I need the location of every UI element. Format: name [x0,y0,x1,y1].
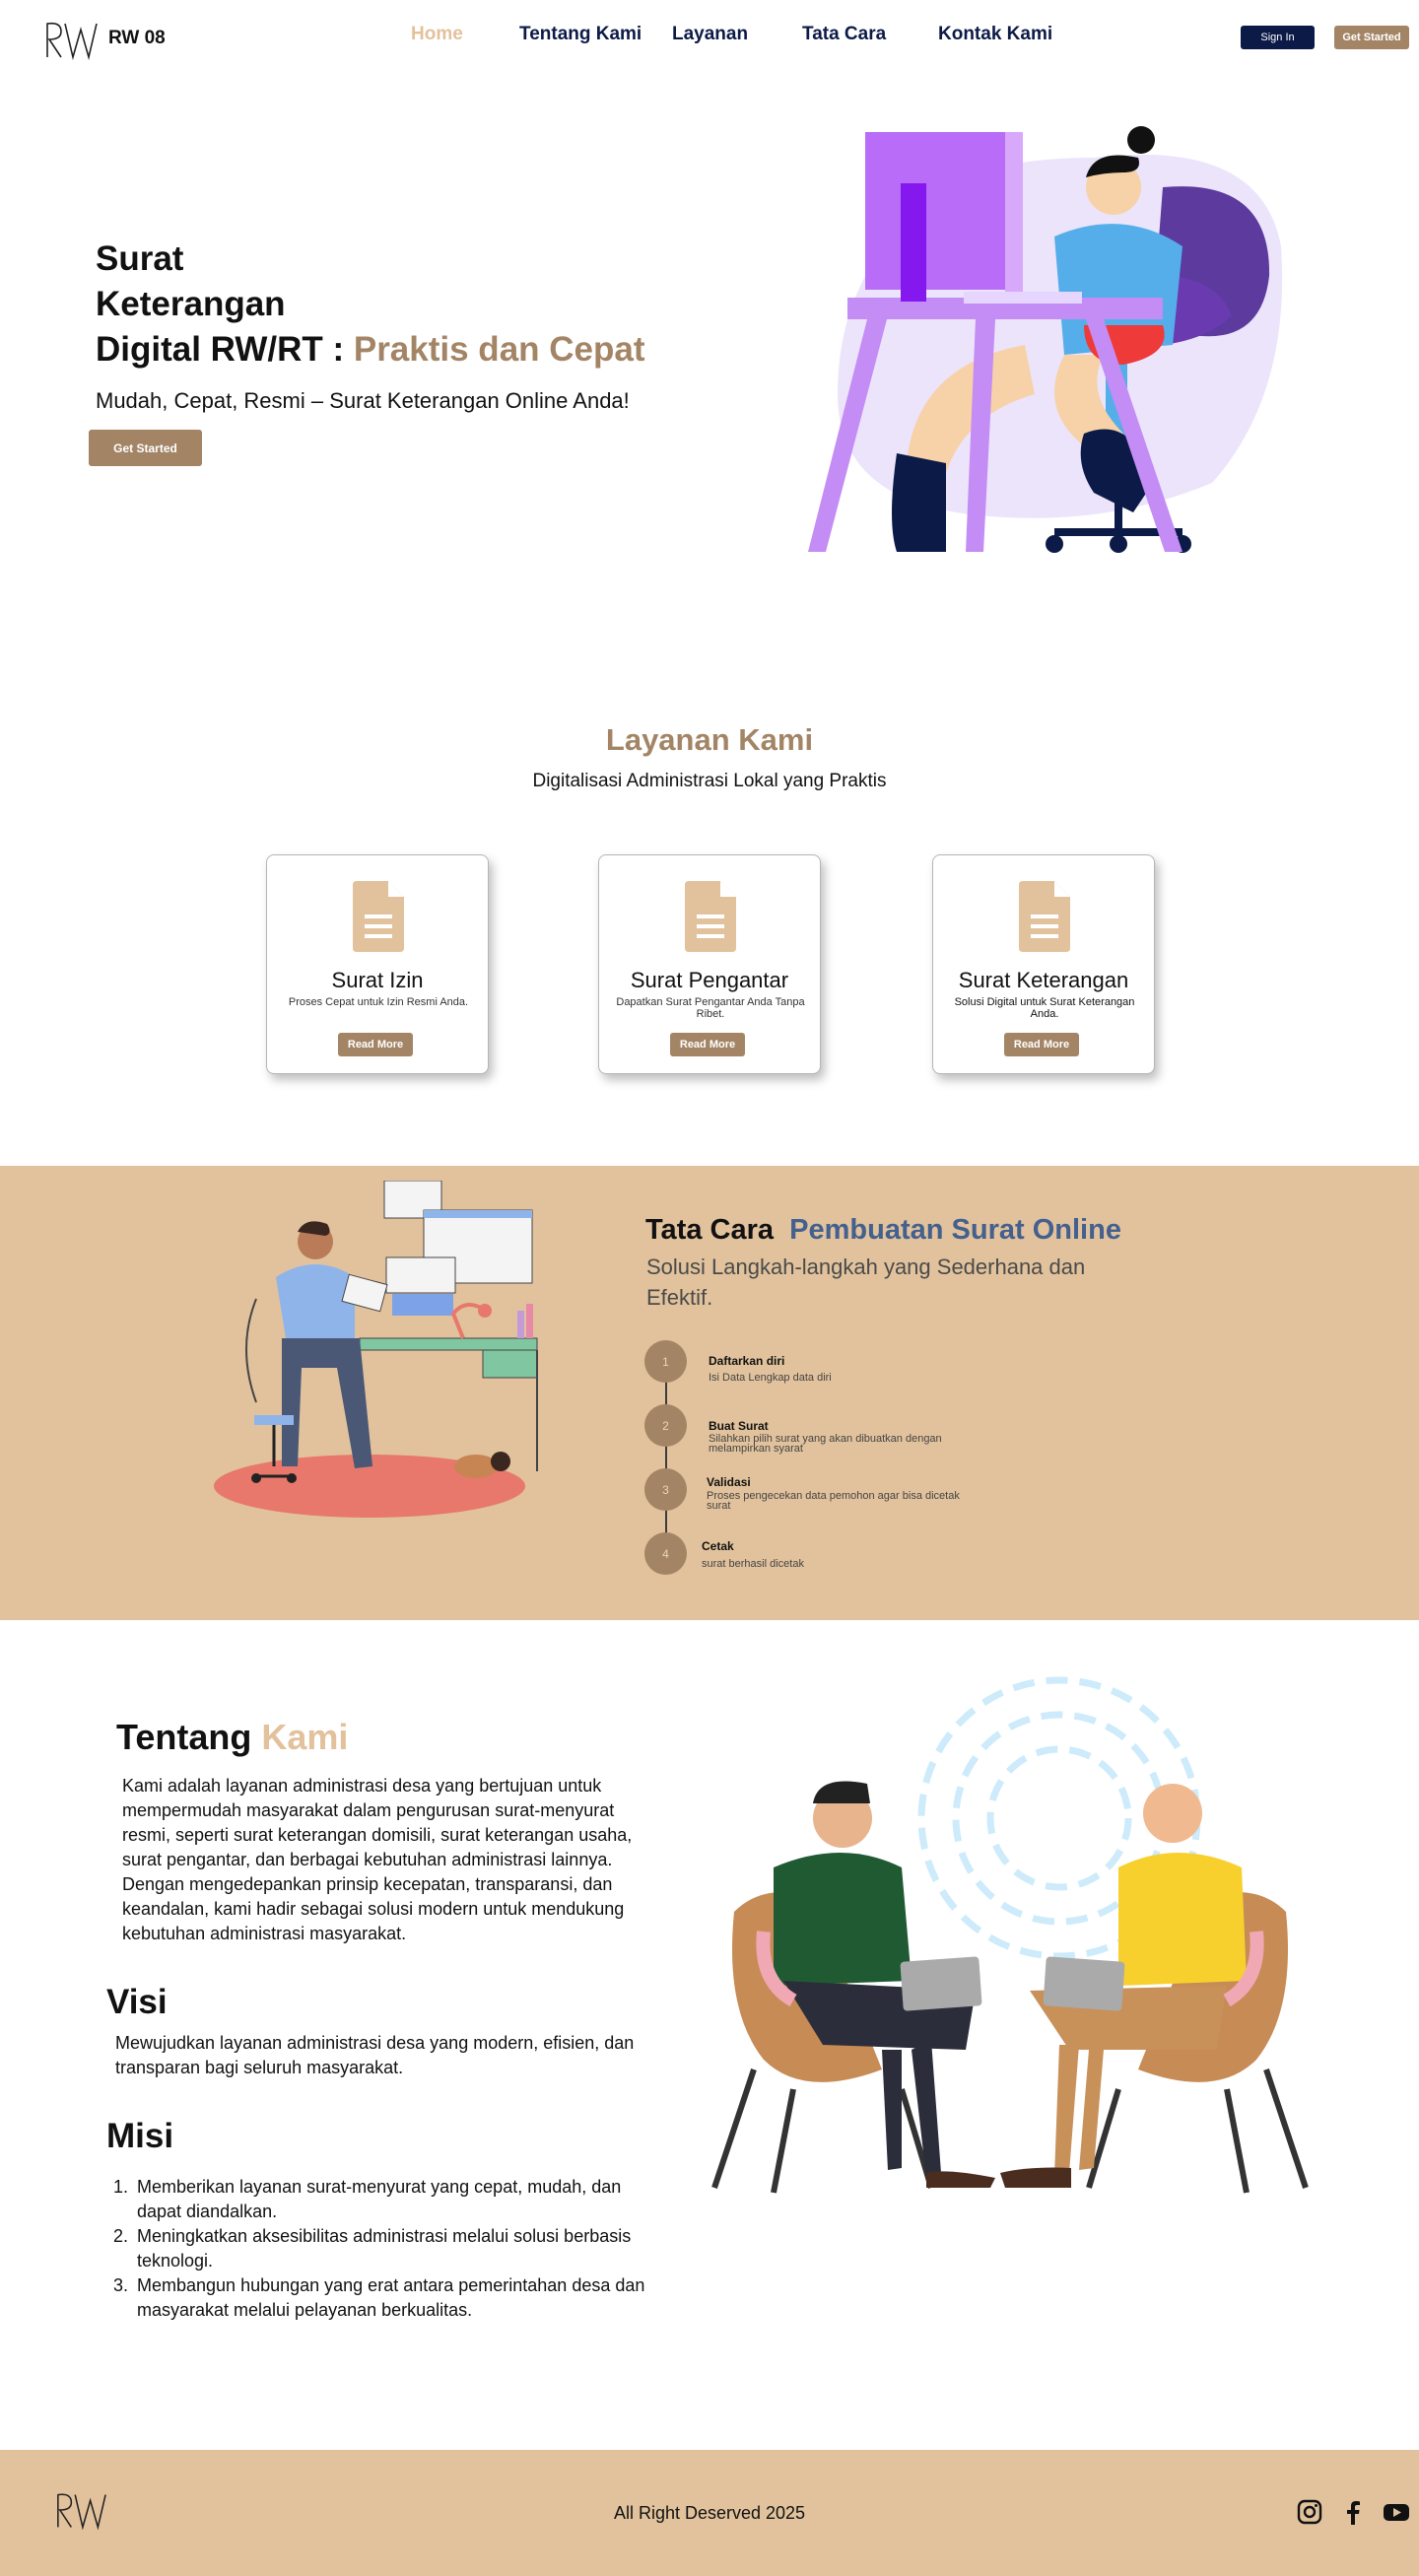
visi-body: Mewujudkan layanan administrasi desa yan… [115,2033,635,2077]
misi-item: Meningkatkan aksesibilitas administrasi … [133,2224,645,2273]
card-title: Surat Pengantar [630,968,789,992]
step-number-2: 2 [644,1404,687,1447]
youtube-icon[interactable] [1383,2499,1410,2525]
tentang-body: Kami adalah layanan administrasi desa ya… [122,1776,633,1943]
hero-title-line1: Surat [96,239,184,278]
footer-copyright: All Right Deserved 2025 [613,2503,806,2523]
footer: All Right Deserved 2025 [0,2450,1419,2576]
tata-cara-title-main: Tata Cara [645,1214,775,1246]
nav-link-kontak-kami[interactable]: Kontak Kami [938,24,1052,45]
step-title-1: Daftarkan diri [709,1354,785,1368]
workspace-illustration [214,1181,538,1518]
hero-illustration [808,126,1283,553]
service-card-surat-izin[interactable]: Surat Izin Proses Cepat untuk Izin Resmi… [266,854,489,1074]
card-description: Solusi Digital untuk Surat Keterangan An… [954,996,1135,1020]
hero-subtitle: Mudah, Cepat, Resmi – Surat Keterangan O… [96,388,630,413]
tata-cara-subtitle: Solusi Langkah-langkah yang Sederhana da… [646,1254,1086,1310]
hero-title: Surat Keterangan Digital RW/RT : Praktis… [96,237,726,373]
step-number-4: 4 [644,1532,687,1575]
visi-title: Visi [106,1983,168,2021]
misi-list: Memberikan layanan surat-menyurat yang c… [133,2175,645,2323]
document-icon [353,881,404,952]
step-desc-3: Proses pengecekan data pemohon agar bisa… [707,1490,960,1512]
hero-title-line2: Keterangan [96,285,286,323]
nav-get-started-button[interactable]: Get Started [1334,26,1409,49]
step-number-1: 1 [644,1340,687,1383]
hero-title-accent: Praktis dan Cepat [353,330,645,369]
step-title-3: Validasi [707,1475,751,1489]
step-desc-4: surat berhasil dicetak [702,1558,804,1570]
service-card-surat-pengantar[interactable]: Surat Pengantar Dapatkan Surat Pengantar… [598,854,821,1074]
misi-title: Misi [106,2117,174,2155]
layanan-subtitle: Digitalisasi Administrasi Lokal yang Pra… [532,771,887,791]
navbar: RW 08 Home Tentang Kami Layanan Tata Car… [0,0,1419,75]
nav-links: Home Tentang Kami Layanan Tata Cara Kont… [0,24,1419,51]
tentang-title-main: Tentang [116,1717,252,1757]
misi-item: Memberikan layanan surat-menyurat yang c… [133,2175,645,2224]
tentang-title-accent: Kami [261,1717,349,1757]
read-more-button[interactable]: Read More [670,1033,745,1056]
discussion-illustration [711,1676,1309,2194]
layanan-title: Layanan Kami [605,722,814,757]
step-title-2: Buat Surat [709,1419,769,1433]
step-number-3: 3 [644,1468,687,1511]
hero-title-line3: Digital RW/RT : [96,330,345,369]
card-description: Proses Cepat untuk Izin Resmi Anda. [288,996,469,1008]
service-card-surat-keterangan[interactable]: Surat Keterangan Solusi Digital untuk Su… [932,854,1155,1074]
nav-link-layanan[interactable]: Layanan [672,24,748,45]
misi-item: Membangun hubungan yang erat antara peme… [133,2273,645,2323]
card-title: Surat Izin [331,968,424,992]
tata-cara-title: Tata Cara Pembuatan Surat Online [645,1214,1121,1247]
tata-cara-title-accent: Pembuatan Surat Online [789,1214,1121,1246]
nav-link-home[interactable]: Home [411,24,463,45]
tentang-title: Tentang Kami [116,1717,348,1758]
nav-link-tata-cara[interactable]: Tata Cara [802,24,886,45]
card-description: Dapatkan Surat Pengantar Anda Tanpa Ribe… [616,996,805,1020]
instagram-icon[interactable] [1297,2499,1322,2525]
document-icon [685,881,736,952]
read-more-button[interactable]: Read More [338,1033,413,1056]
step-title-4: Cetak [702,1539,734,1553]
step-desc-1: Isi Data Lengkap data diri [709,1372,832,1384]
sign-in-button[interactable]: Sign In [1241,26,1315,49]
hero-get-started-button[interactable]: Get Started [89,430,202,466]
facebook-icon[interactable] [1340,2499,1366,2525]
steps-connector-line [665,1362,667,1554]
read-more-button[interactable]: Read More [1004,1033,1079,1056]
nav-link-tentang-kami[interactable]: Tentang Kami [519,24,642,45]
card-title: Surat Keterangan [958,968,1129,992]
step-desc-2: Silahkan pilih surat yang akan dibuatkan… [709,1433,942,1455]
document-icon [1019,881,1070,952]
